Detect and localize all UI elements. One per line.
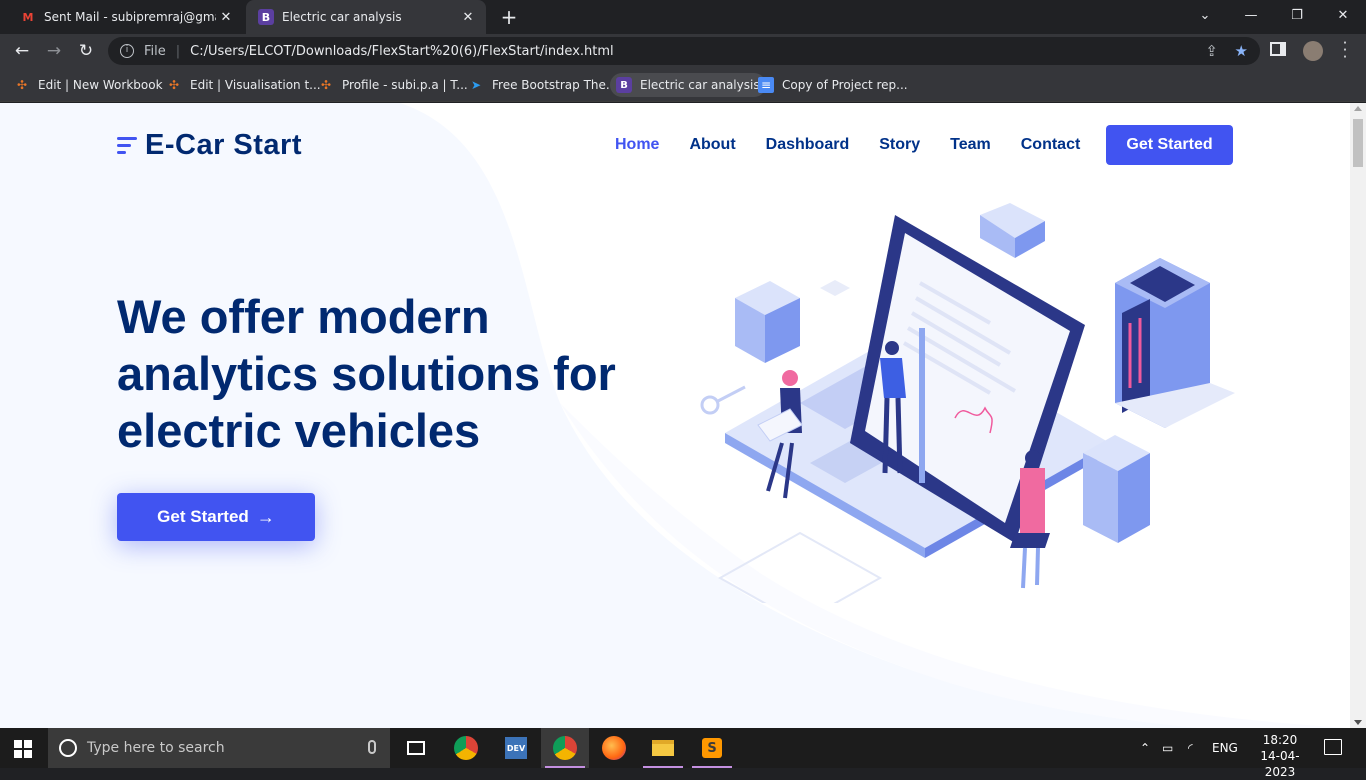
nav-contact[interactable]: Contact — [1021, 136, 1081, 154]
bookmark-item[interactable]: ✣ Edit | Visualisation t... — [160, 73, 327, 97]
bookmark-label: Edit | Visualisation t... — [190, 78, 321, 92]
sublime-text-icon[interactable]: S — [688, 728, 736, 768]
nav-about[interactable]: About — [689, 136, 735, 154]
nav-story[interactable]: Story — [879, 136, 920, 154]
bookmark-item[interactable]: B Electric car analysis — [610, 73, 766, 97]
reload-icon[interactable]: ↻ — [74, 39, 98, 63]
bookmark-label: Edit | New Workbook — [38, 78, 163, 92]
show-hidden-icons-chevron-icon[interactable]: ⌃ — [1140, 728, 1150, 768]
windows-start-icon[interactable] — [14, 740, 32, 758]
bookmark-item[interactable]: ➤ Free Bootstrap The... — [462, 73, 623, 97]
browser-toolbar: ← → ↻ i File | C:/Users/ELCOT/Downloads/… — [0, 34, 1366, 68]
windows-taskbar: Type here to search DEV S ⌃ ▭ ◜ ENG 18:2… — [0, 728, 1366, 779]
close-window-button[interactable]: ✕ — [1320, 0, 1366, 30]
nav-dashboard[interactable]: Dashboard — [766, 136, 850, 154]
tableau-icon: ✣ — [320, 78, 332, 92]
language-indicator[interactable]: ENG — [1212, 728, 1238, 768]
notification-icon[interactable] — [1324, 739, 1342, 755]
profile-avatar[interactable] — [1303, 41, 1323, 61]
bookmark-item[interactable]: ≡ Copy of Project rep... — [752, 73, 914, 97]
battery-icon[interactable]: ▭ — [1162, 728, 1173, 768]
taskbar-clock[interactable]: 18:20 14-04-2023 — [1248, 732, 1312, 780]
bookmark-label: Profile - subi.p.a | T... — [342, 78, 468, 92]
taskbar-search-box[interactable]: Type here to search — [48, 728, 390, 768]
tab-strip: M Sent Mail - subipremraj@gmail.c ✕ B El… — [0, 0, 1366, 34]
url-separator: | — [175, 43, 181, 59]
url-scheme-label: File — [144, 43, 166, 59]
wifi-icon[interactable]: ◜ — [1188, 728, 1193, 768]
site-logo[interactable]: E-Car Start — [117, 129, 302, 162]
nav-team[interactable]: Team — [950, 136, 991, 154]
bookmarks-bar: ✣ Edit | New Workbook ✣ Edit | Visualisa… — [0, 68, 1366, 102]
forward-icon[interactable]: → — [42, 39, 66, 63]
hero-illustration — [700, 203, 1235, 603]
gmail-icon: M — [22, 10, 34, 24]
close-tab-icon[interactable]: ✕ — [216, 10, 236, 25]
bootstrap-icon: B — [258, 9, 274, 25]
main-nav: Home About Dashboard Story Team Contact — [600, 125, 1080, 165]
tab-title: Electric car analysis — [282, 10, 402, 24]
bookmark-label: Free Bootstrap The... — [492, 78, 618, 92]
page-scrollbar[interactable] — [1350, 103, 1366, 728]
url-text[interactable]: C:/Users/ELCOT/Downloads/FlexStart%20(6)… — [190, 44, 613, 59]
clock-time: 18:20 — [1262, 733, 1298, 747]
bookmark-label: Electric car analysis — [640, 78, 760, 92]
microphone-icon[interactable] — [368, 740, 376, 754]
arrow-right-icon: → — [256, 506, 275, 527]
bootstrap-icon: B — [616, 77, 632, 93]
hero-get-started-button[interactable]: Get Started → — [117, 493, 315, 541]
tab-search-chevron-icon[interactable]: ⌄ — [1182, 0, 1228, 30]
restore-button[interactable]: ❐ — [1274, 0, 1320, 30]
scrollbar-thumb[interactable] — [1353, 119, 1363, 167]
back-icon[interactable]: ← — [10, 39, 34, 63]
new-tab-button[interactable]: + — [498, 6, 520, 28]
logo-text: E-Car Start — [145, 129, 302, 161]
chrome-profile-taskbar-icon[interactable] — [541, 728, 589, 768]
minimize-button[interactable]: — — [1228, 0, 1274, 30]
scroll-up-icon[interactable] — [1354, 106, 1362, 111]
bookmark-star-icon[interactable]: ★ — [1235, 42, 1248, 60]
bookmark-label: Copy of Project rep... — [782, 78, 908, 92]
scroll-down-icon[interactable] — [1354, 720, 1362, 725]
share-icon[interactable]: ⇪ — [1205, 42, 1218, 60]
bootstrapmade-icon: ➤ — [470, 78, 482, 92]
firefox-icon[interactable] — [590, 728, 638, 768]
nav-home[interactable]: Home — [615, 136, 659, 154]
task-view-icon[interactable] — [392, 728, 440, 768]
close-tab-icon[interactable]: ✕ — [458, 10, 478, 25]
bookmark-item[interactable]: ✣ Profile - subi.p.a | T... — [312, 73, 474, 97]
file-explorer-icon[interactable] — [639, 728, 687, 768]
cortana-icon — [59, 739, 77, 757]
nav-get-started-button[interactable]: Get Started — [1106, 125, 1233, 165]
hero-cta-label: Get Started — [157, 507, 249, 526]
hero-title: We offer modern analytics solutions for … — [117, 290, 616, 457]
tableau-icon: ✣ — [168, 78, 180, 92]
tableau-icon: ✣ — [16, 78, 28, 92]
address-bar[interactable]: i File | C:/Users/ELCOT/Downloads/FlexSt… — [108, 37, 1260, 65]
clock-date: 14-04-2023 — [1260, 749, 1300, 779]
logo-icon — [117, 133, 137, 159]
taskbar-search-placeholder: Type here to search — [87, 740, 225, 756]
side-panel-icon[interactable] — [1270, 42, 1286, 56]
tab-title: Sent Mail - subipremraj@gmail.c — [44, 10, 216, 24]
info-icon[interactable]: i — [120, 44, 134, 58]
dev-cpp-icon[interactable]: DEV — [492, 728, 540, 768]
chrome-taskbar-icon[interactable] — [442, 728, 490, 768]
google-docs-icon: ≡ — [758, 77, 774, 93]
page-viewport: E-Car Start Home About Dashboard Story T… — [0, 103, 1350, 728]
tab-electric-car-analysis[interactable]: B Electric car analysis ✕ — [246, 0, 486, 34]
tab-sent-mail[interactable]: M Sent Mail - subipremraj@gmail.c ✕ — [8, 0, 244, 34]
bookmark-item[interactable]: ✣ Edit | New Workbook — [8, 73, 169, 97]
browser-menu-icon[interactable]: · · · — [1338, 36, 1352, 65]
